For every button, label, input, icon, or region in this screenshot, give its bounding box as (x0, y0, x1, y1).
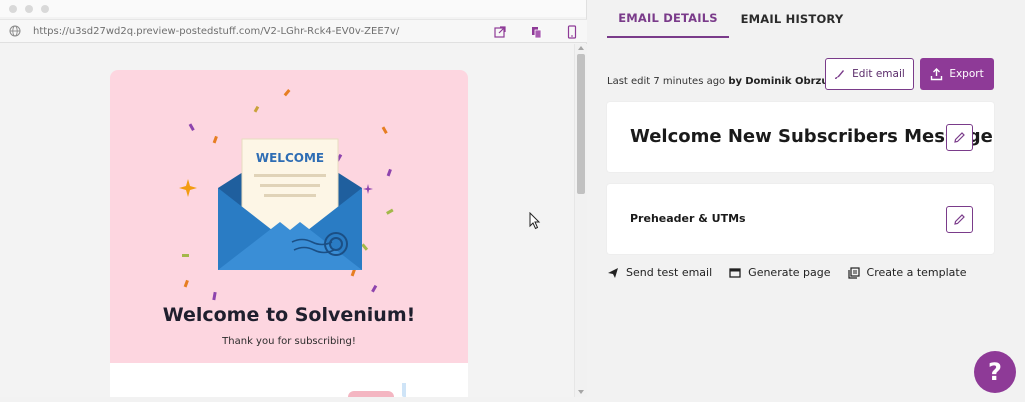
edit-subject-button[interactable] (946, 124, 973, 151)
copy-icon[interactable] (530, 25, 544, 39)
mobile-view-icon[interactable] (565, 25, 579, 39)
preheader-title: Preheader & UTMs (630, 212, 746, 225)
edit-email-label: Edit email (852, 68, 905, 80)
preview-pane: https://u3sd27wd2q.preview-postedstuff.c… (0, 0, 587, 402)
generate-page-label: Generate page (748, 266, 831, 279)
window-dot-icon[interactable] (41, 4, 49, 13)
envelope-illustration-icon: WELCOME (179, 89, 394, 301)
window-controls (0, 0, 586, 17)
pencil-icon (954, 132, 965, 143)
tab-bar: EMAIL DETAILS EMAIL HISTORY (607, 0, 855, 38)
create-template-label: Create a template (866, 266, 967, 279)
browser-frame: https://u3sd27wd2q.preview-postedstuff.c… (0, 0, 587, 397)
scroll-thumb[interactable] (577, 54, 585, 194)
pencil-icon (954, 214, 965, 225)
details-pane: EMAIL DETAILS EMAIL HISTORY Last edit 7 … (588, 0, 1025, 402)
globe-icon (9, 25, 21, 37)
generate-page-link[interactable]: Generate page (729, 266, 831, 279)
email-heading: Welcome to Solvenium! (162, 304, 416, 326)
svg-text:WELCOME: WELCOME (256, 151, 324, 165)
tab-email-details[interactable]: EMAIL DETAILS (607, 0, 729, 38)
last-edit-by: by (728, 76, 743, 87)
last-edit-info: Last edit 7 minutes ago by Dominik Obrzu… (607, 76, 833, 87)
email-subheading: Thank you for subscribing! (222, 336, 356, 347)
window-dot-icon[interactable] (25, 4, 33, 13)
send-test-email-label: Send test email (626, 266, 713, 279)
edit-email-button[interactable]: Edit email (825, 58, 914, 90)
help-button[interactable]: ? (974, 351, 1016, 393)
brush-icon (835, 70, 845, 79)
preview-scrollbar[interactable] (574, 44, 587, 397)
window-dot-icon[interactable] (9, 4, 17, 13)
template-icon (847, 266, 860, 279)
last-edit-time: Last edit 7 minutes ago (607, 76, 726, 87)
create-template-link[interactable]: Create a template (847, 266, 967, 279)
export-label: Export (949, 68, 984, 80)
scroll-down-icon[interactable] (578, 390, 584, 394)
send-test-email-link[interactable]: Send test email (607, 266, 712, 279)
decorative-shape-icon (348, 383, 406, 397)
open-external-icon[interactable] (493, 25, 507, 39)
upload-icon (931, 67, 943, 80)
page-icon (729, 267, 741, 278)
last-edit-author: Dominik Obrzut (745, 76, 834, 87)
paper-plane-icon (608, 267, 618, 278)
export-button[interactable]: Export (920, 58, 994, 90)
url-text[interactable]: https://u3sd27wd2q.preview-postedstuff.c… (33, 26, 399, 37)
tab-email-history[interactable]: EMAIL HISTORY (729, 0, 855, 38)
action-links: Send test email Generate page Create a t… (607, 266, 983, 279)
preheader-card: Preheader & UTMs (607, 184, 994, 254)
subject-card: Welcome New Subscribers Message (607, 102, 994, 172)
email-preview-viewport[interactable]: WELCOME Welcome to Solvenium! Thank you … (0, 44, 574, 397)
url-bar: https://u3sd27wd2q.preview-postedstuff.c… (0, 19, 587, 43)
email-body-section (110, 363, 468, 397)
scroll-up-icon[interactable] (578, 46, 584, 50)
edit-preheader-button[interactable] (946, 206, 973, 233)
email-subject: Welcome New Subscribers Message (630, 126, 993, 147)
mouse-cursor-icon (529, 212, 541, 230)
